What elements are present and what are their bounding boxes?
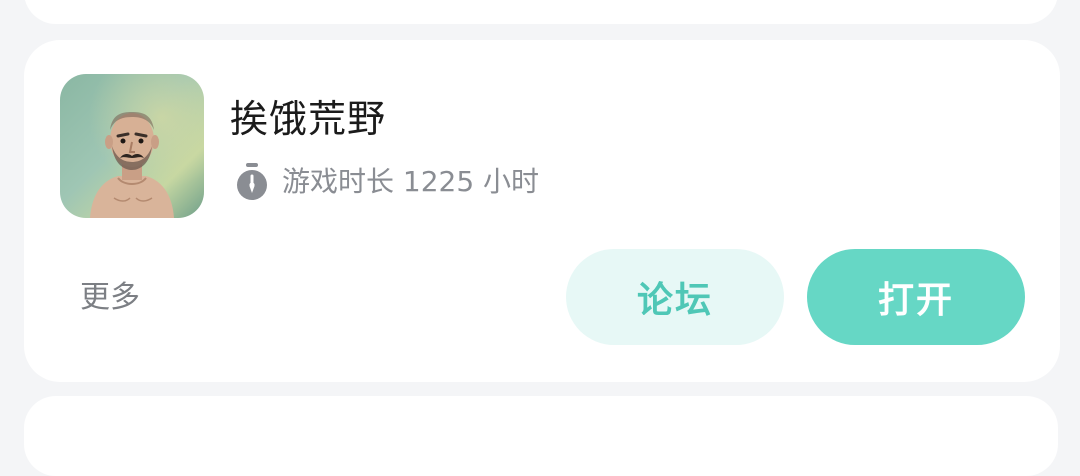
forum-button[interactable]: 论坛: [566, 249, 784, 345]
stopwatch-icon: [237, 163, 267, 200]
open-button[interactable]: 打开: [807, 249, 1025, 345]
next-game-card: [24, 396, 1058, 476]
game-icon[interactable]: [60, 74, 204, 218]
playtime-text: 游戏时长 1225 小时: [282, 165, 540, 198]
playtime-row: 游戏时长 1225 小时: [234, 162, 539, 202]
game-card: 挨饿荒野 游戏时长 1225 小时 更多 论坛 打开: [24, 40, 1060, 382]
game-title: 挨饿荒野: [230, 97, 387, 141]
more-button[interactable]: 更多: [80, 276, 140, 320]
survivor-character-icon: [60, 74, 204, 218]
previous-game-card: [24, 0, 1058, 24]
